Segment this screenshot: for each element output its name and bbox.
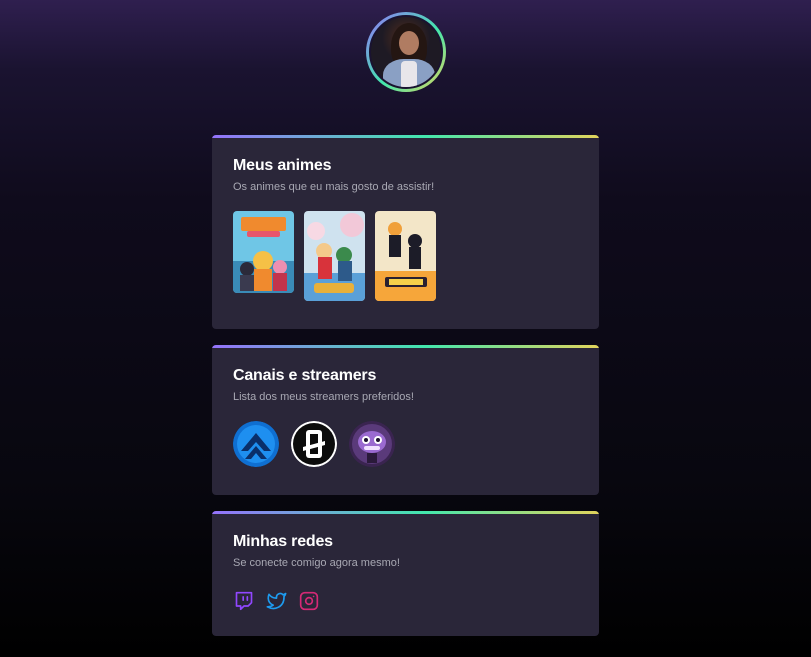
- card-subtitle: Os animes que eu mais gosto de assistir!: [233, 181, 435, 193]
- instagram-icon: [299, 591, 319, 611]
- streamers-card: Canais e streamers Lista dos meus stream…: [212, 345, 599, 495]
- instagram-link[interactable]: [298, 590, 320, 612]
- social-card: Minhas redes Se conecte comigo agora mes…: [212, 511, 599, 636]
- naruto-poster-icon: [233, 211, 294, 293]
- one-piece-poster-icon: [304, 211, 365, 301]
- card-title: Meus animes: [233, 157, 332, 174]
- card-subtitle: Lista dos meus streamers preferidos!: [233, 391, 414, 403]
- streamer-avatar-2[interactable]: [291, 421, 337, 467]
- purple-robot-avatar-icon: [349, 421, 395, 467]
- card-title: Minhas redes: [233, 533, 333, 550]
- anime-poster-naruto[interactable]: [233, 211, 294, 293]
- card-title: Canais e streamers: [233, 367, 377, 384]
- avatar-image: [369, 15, 443, 89]
- animes-card: Meus animes Os animes que eu mais gosto …: [212, 135, 599, 329]
- anime-poster-one-piece[interactable]: [304, 211, 365, 301]
- black-white-logo-avatar-icon: [291, 421, 337, 467]
- haikyuu-poster-icon: [375, 211, 436, 301]
- twitch-link[interactable]: [233, 590, 255, 612]
- blue-arrows-avatar-icon: [233, 421, 279, 467]
- card-subtitle: Se conecte comigo agora mesmo!: [233, 557, 400, 569]
- twitter-icon: [266, 592, 286, 610]
- streamer-avatar-1[interactable]: [233, 421, 279, 467]
- twitch-icon: [235, 591, 253, 611]
- twitter-link[interactable]: [265, 590, 287, 612]
- streamer-avatar-3[interactable]: [349, 421, 395, 467]
- profile-avatar: [366, 12, 446, 92]
- anime-poster-haikyuu[interactable]: [375, 211, 436, 301]
